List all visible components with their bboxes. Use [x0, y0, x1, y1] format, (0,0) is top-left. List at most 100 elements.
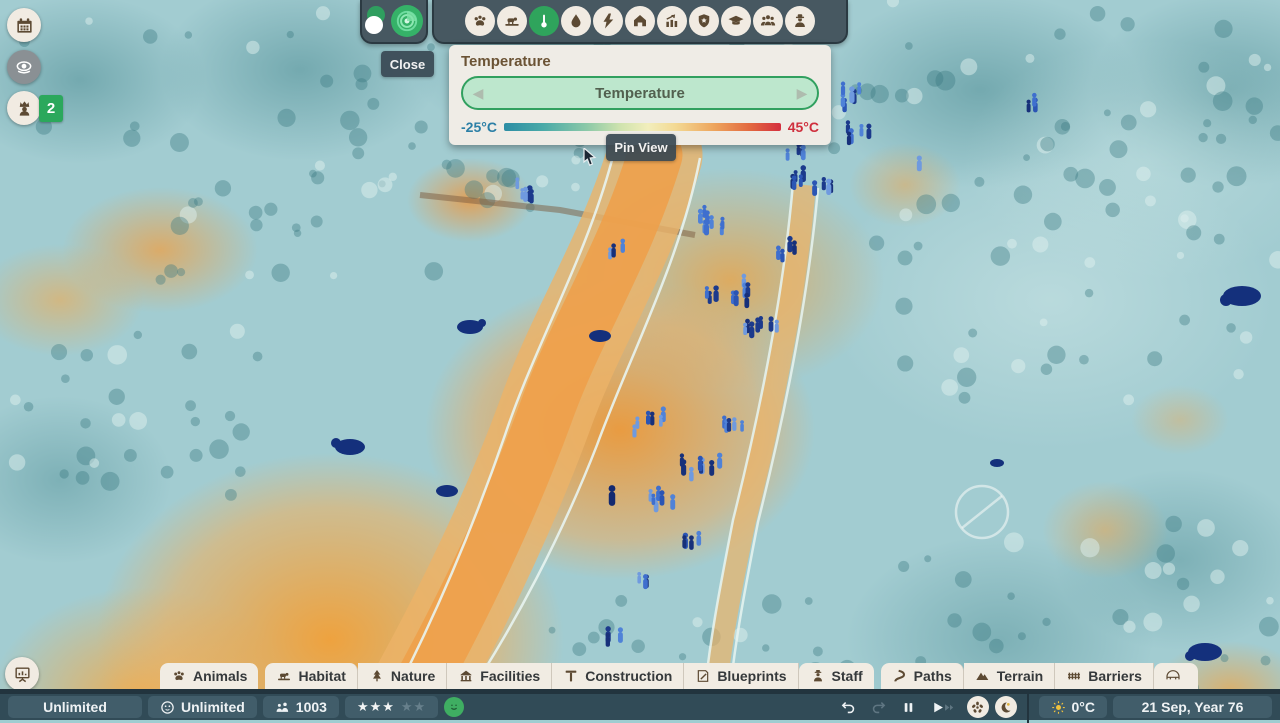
selector-prev-arrow[interactable]: ◀	[471, 85, 485, 102]
tab-blueprints[interactable]: Blueprints	[684, 663, 798, 689]
weather-overlay-button[interactable]	[967, 696, 989, 718]
challenge-count-badge: 2	[39, 95, 63, 122]
rating-stars-empty: ★★	[401, 699, 426, 715]
tab-terrain[interactable]: Terrain	[964, 663, 1055, 689]
tab-label: Animals	[193, 668, 247, 684]
heatmap-type-selector[interactable]: ◀ Temperature ▶	[461, 76, 819, 110]
heatmap-education-button[interactable]	[721, 6, 751, 36]
conservation-credit-icon	[160, 700, 175, 715]
guest-count-pill[interactable]: 1003	[263, 696, 339, 718]
heatmap-power-button[interactable]	[593, 6, 623, 36]
undo-icon	[840, 699, 857, 716]
pause-icon	[902, 701, 915, 714]
redo-button[interactable]	[867, 696, 891, 718]
heatmap-master-controls	[360, 0, 428, 44]
compass-needle	[962, 496, 1002, 528]
heatmap-toggle[interactable]	[365, 6, 387, 36]
power-bolt-icon	[599, 12, 617, 30]
day-night-button[interactable]	[995, 696, 1017, 718]
heatmap-security-button[interactable]	[689, 6, 719, 36]
radar-icon	[394, 8, 420, 34]
sun-icon	[1051, 700, 1066, 715]
heatmap-habitat-button[interactable]	[497, 6, 527, 36]
heatmap-staff-button[interactable]	[785, 6, 815, 36]
heatmap-temperature-button[interactable]	[529, 6, 559, 36]
tab-habitat[interactable]: Habitat	[265, 663, 357, 689]
moon-sun-icon	[998, 700, 1013, 715]
tsquare-icon	[563, 668, 579, 684]
tab-animals[interactable]: Animals	[160, 663, 258, 689]
panel-title: Temperature	[461, 53, 819, 70]
play-speed-button[interactable]	[927, 696, 961, 718]
tab-transport[interactable]	[1154, 663, 1198, 689]
date-value: 21 Sep, Year 76	[1142, 699, 1244, 715]
toggle-knob	[365, 16, 383, 34]
chess-piece-icon	[15, 99, 34, 118]
temperature-gradient-bar	[504, 123, 781, 131]
temperature-scale: -25°C 45°C	[461, 119, 819, 135]
building-icon	[458, 668, 474, 684]
tab-label: Terrain	[997, 668, 1043, 684]
tab-label: Nature	[391, 668, 435, 684]
guest-count-value: 1003	[296, 699, 327, 715]
guests-icon	[759, 12, 777, 30]
heatmap-water-button[interactable]	[561, 6, 591, 36]
statusbar-divider	[1027, 692, 1029, 723]
park-rating-pill[interactable]: ★★★★★	[345, 696, 438, 718]
presentation-chart-icon	[13, 665, 32, 684]
pin-view-button[interactable]: Pin View	[606, 134, 676, 161]
heatmap-facilities-button[interactable]	[625, 6, 655, 36]
tab-facilities[interactable]: Facilities	[447, 663, 552, 689]
tab-label: Facilities	[480, 668, 540, 684]
build-tab-bar: Animals Habitat Nature Facilities	[160, 663, 1205, 689]
redo-icon	[870, 699, 887, 716]
calendar-button[interactable]	[7, 8, 41, 42]
conservation-credits-pill[interactable]: Unlimited	[148, 696, 257, 718]
blueprint-icon	[695, 668, 711, 684]
credits-value: Unlimited	[181, 699, 245, 715]
park-management-button[interactable]	[5, 657, 39, 691]
status-bar: Unlimited Unlimited 1003 ★★★★★	[0, 689, 1280, 720]
heatmap-guests-button[interactable]	[753, 6, 783, 36]
money-pill[interactable]: Unlimited	[8, 696, 142, 718]
tab-paths[interactable]: Paths	[881, 663, 964, 689]
close-button[interactable]: Close	[381, 51, 434, 77]
mouse-cursor	[583, 148, 601, 168]
selector-next-arrow[interactable]: ▶	[795, 85, 809, 102]
visibility-button[interactable]	[7, 50, 41, 84]
water-drop-icon	[567, 12, 585, 30]
season-wheel-icon	[970, 700, 985, 715]
person-icon	[810, 668, 826, 684]
date-pill[interactable]: 21 Sep, Year 76	[1113, 696, 1272, 718]
tab-barriers[interactable]: Barriers	[1055, 663, 1154, 689]
finance-icon	[663, 12, 681, 30]
habitat-icon	[503, 12, 521, 30]
undo-button[interactable]	[837, 696, 861, 718]
heatmap-finance-button[interactable]	[657, 6, 687, 36]
pause-button[interactable]	[897, 696, 921, 718]
fence-icon	[1066, 668, 1082, 684]
calendar-icon	[15, 16, 34, 35]
guest-happiness-indicator[interactable]	[444, 697, 464, 717]
heatmap-animals-button[interactable]	[465, 6, 495, 36]
heatmap-radar-button[interactable]	[391, 5, 423, 37]
tab-construction[interactable]: Construction	[552, 663, 684, 689]
weather-temperature-value: 0°C	[1072, 699, 1096, 715]
mountains-icon	[975, 668, 991, 684]
side-path	[715, 185, 805, 700]
weather-temperature-pill[interactable]: 0°C	[1039, 696, 1108, 718]
eye-icon	[14, 57, 34, 77]
path-icon	[892, 668, 908, 684]
heatmap-view-toolbar	[432, 0, 848, 44]
tab-staff[interactable]: Staff	[799, 663, 874, 689]
tab-nature[interactable]: Nature	[358, 663, 447, 689]
temperature-panel: Temperature ◀ Temperature ▶ -25°C 45°C	[449, 45, 831, 145]
main-path-core	[415, 155, 655, 695]
rating-stars-filled: ★★★	[357, 699, 395, 715]
bridge-icon	[1165, 668, 1181, 684]
selector-value: Temperature	[595, 85, 685, 102]
habitat-icon	[276, 668, 292, 684]
challenges-button[interactable]	[7, 91, 41, 125]
tab-label: Paths	[914, 668, 952, 684]
tab-label: Habitat	[298, 668, 345, 684]
